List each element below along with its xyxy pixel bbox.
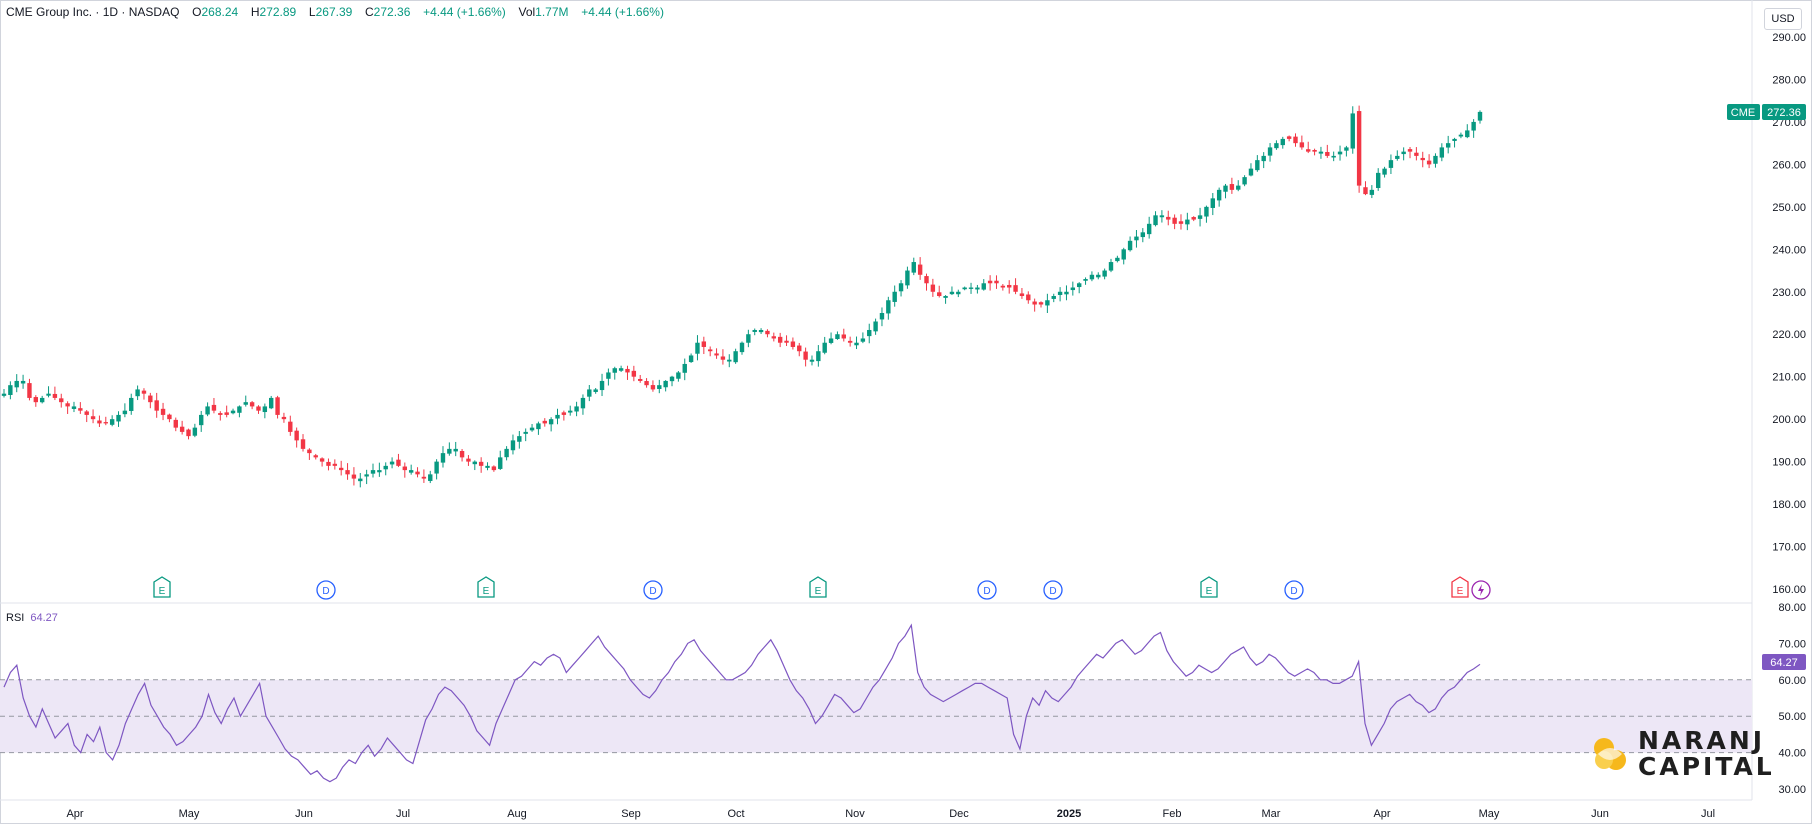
high-value: 272.89 [259, 5, 297, 19]
time-tick-label: Sep [621, 808, 641, 820]
dividend-marker[interactable]: D [1284, 580, 1304, 600]
earnings-marker-letter: E [1206, 586, 1213, 597]
dividend-marker-letter: D [322, 586, 329, 597]
time-tick-label: Nov [845, 808, 865, 820]
logo-mark-icon [1594, 738, 1626, 770]
earnings-upcoming-marker[interactable]: E [1451, 576, 1469, 598]
price-tick-label: 200.00 [1772, 414, 1806, 426]
rsi-tick-label: 70.00 [1778, 638, 1806, 650]
dividend-marker-letter: D [1290, 586, 1297, 597]
price-tick-label: 250.00 [1772, 202, 1806, 214]
price-tick-label: 180.00 [1772, 499, 1806, 511]
earnings-marker-letter: E [159, 586, 166, 597]
earnings-marker[interactable]: E [1200, 576, 1218, 598]
low-value: 267.39 [315, 5, 353, 19]
time-tick-label: Jun [1591, 808, 1609, 820]
rsi-value: 64.27 [30, 612, 58, 624]
dividend-marker-letter: D [649, 586, 656, 597]
earnings-marker-letter: E [1457, 586, 1464, 597]
price-tick-label: 170.00 [1772, 542, 1806, 554]
time-tick-label: Apr [66, 808, 83, 820]
price-tick-label: 290.00 [1772, 32, 1806, 44]
ticker-price-label: CME 272.36 [1727, 104, 1806, 120]
low-label: L [308, 5, 316, 19]
naranj-capital-logo: NARANJ CAPITAL [1590, 726, 1790, 781]
time-tick-label: 2025 [1057, 808, 1081, 820]
rsi-tick-label: 80.00 [1778, 602, 1806, 614]
rsi-tick-label: 50.00 [1778, 711, 1806, 723]
high-label: H [250, 5, 260, 19]
dividend-marker[interactable]: D [643, 580, 663, 600]
dividend-marker[interactable]: D [1043, 580, 1063, 600]
price-tick-label: 220.00 [1772, 329, 1806, 341]
time-tick-label: Jul [1701, 808, 1715, 820]
time-tick-label: Aug [507, 808, 527, 820]
earnings-marker-letter: E [815, 586, 822, 597]
price-tick-label: 190.00 [1772, 457, 1806, 469]
vol-value: 1.77M [535, 5, 569, 19]
last-price-label: 272.36 [1767, 107, 1801, 119]
dividend-marker[interactable]: D [977, 580, 997, 600]
change-value: +4.44 (+1.66%) [423, 5, 506, 19]
rsi-tick-label: 30.00 [1778, 784, 1806, 796]
time-tick-label: Feb [1163, 808, 1182, 820]
ticker-tag: CME [1731, 107, 1755, 119]
time-tick-label: Apr [1373, 808, 1390, 820]
earnings-marker[interactable]: E [809, 576, 827, 598]
dividend-marker-letter: D [1049, 586, 1056, 597]
price-tick-label: 230.00 [1772, 287, 1806, 299]
rsi-label[interactable]: RSI [6, 612, 24, 624]
time-tick-label: May [1479, 808, 1500, 820]
vol-label: Vol [518, 5, 536, 19]
price-tick-label: 280.00 [1772, 74, 1806, 86]
earnings-marker[interactable]: E [153, 576, 171, 598]
vol-change-value: +4.44 (+1.66%) [581, 5, 664, 19]
currency-button[interactable]: USD [1764, 8, 1802, 30]
rsi-tick-label: 60.00 [1778, 675, 1806, 687]
price-chart[interactable]: 290.00280.00270.00260.00250.00240.00230.… [0, 0, 1812, 824]
close-value: 272.36 [373, 5, 411, 19]
rsi-header: RSI 64.27 [6, 612, 58, 624]
logo-line-2: CAPITAL [1638, 752, 1775, 781]
interval[interactable]: 1D [103, 5, 118, 19]
time-tick-label: Mar [1262, 808, 1281, 820]
dividend-marker[interactable]: D [316, 580, 336, 600]
symbol-header: CME Group Inc. · 1D · NASDAQ O268.24 H27… [6, 5, 664, 19]
open-value: 268.24 [201, 5, 239, 19]
symbol-name[interactable]: CME Group Inc. [6, 5, 92, 19]
price-tick-label: 260.00 [1772, 159, 1806, 171]
time-tick-label: Jun [295, 808, 313, 820]
time-tick-label: May [179, 808, 200, 820]
candle [1356, 105, 1362, 193]
price-tick-label: 240.00 [1772, 244, 1806, 256]
dividend-marker-letter: D [983, 586, 990, 597]
candle [269, 395, 274, 410]
close-label: C [365, 5, 374, 19]
earnings-marker[interactable]: E [477, 576, 495, 598]
earnings-marker-letter: E [483, 586, 490, 597]
price-tick-label: 160.00 [1772, 584, 1806, 596]
lightning-marker[interactable] [1471, 580, 1491, 600]
exchange: NASDAQ [128, 5, 180, 19]
logo-line-1: NARANJ [1638, 726, 1766, 755]
time-tick-label: Oct [727, 808, 744, 820]
time-tick-label: Jul [396, 808, 410, 820]
rsi-value-tag: 64.27 [1770, 657, 1798, 669]
time-tick-label: Dec [949, 808, 969, 820]
price-tick-label: 210.00 [1772, 372, 1806, 384]
rsi-value-label: 64.27 [1762, 654, 1806, 670]
